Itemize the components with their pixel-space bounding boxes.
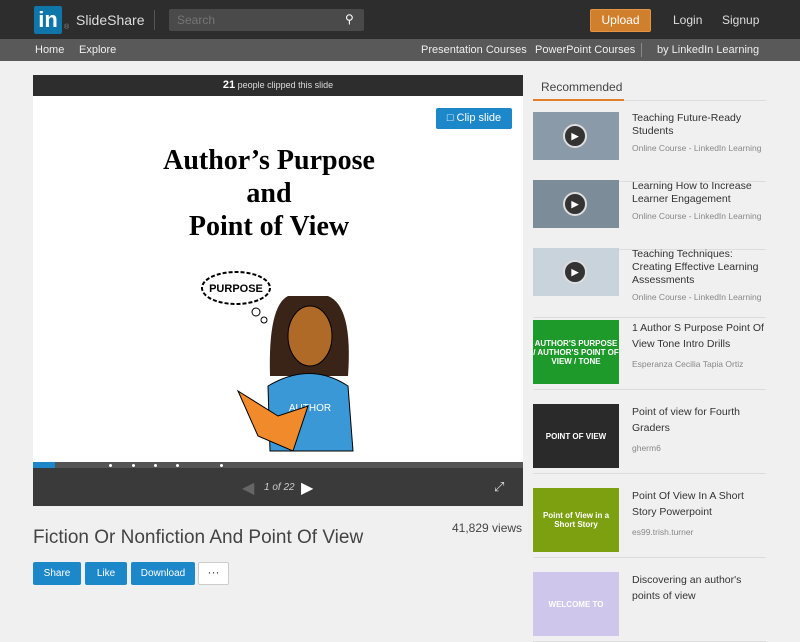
slide-title-line: Point of View [188,211,350,242]
recommended-title[interactable]: 1 Author S Purpose Point Of View Tone In… [632,322,764,350]
recommended-subtitle: es99.trish.turner [632,527,694,537]
thumbnail-text: POINT OF VIEW [545,431,607,441]
play-icon[interactable]: ▶ [563,124,587,148]
recommended-subtitle: Esperanza Cecilia Tapia Ortiz [632,359,744,369]
nav-linkedin-learning[interactable]: by LinkedIn Learning [657,44,759,56]
thumbnail[interactable]: ▶ [533,180,619,228]
search-input[interactable] [169,9,364,31]
recommended-item[interactable]: WELCOME TO Discovering an author's point… [533,562,766,642]
thumbnail[interactable]: AUTHOR'S PURPOSE / AUTHOR'S POINT OF VIE… [533,320,619,384]
recommended-title[interactable]: Teaching Future-Ready Students [632,112,741,137]
play-icon[interactable]: ▶ [563,260,587,284]
nav-home[interactable]: Home [35,44,64,56]
progress-marker [176,464,179,467]
recommended-title[interactable]: Point of view for Fourth Graders [632,406,740,434]
recommended-title[interactable]: Teaching Techniques: Creating Effective … [632,248,758,286]
nav-presentation-courses[interactable]: Presentation Courses [421,44,527,56]
thumbnail-text: Point of View in a Short Story [542,511,610,529]
clip-text: people clipped this slide [237,80,334,90]
divider [154,10,155,30]
clip-count: 21 [222,79,236,91]
progress-marker [109,464,112,467]
recommended-title[interactable]: Discovering an author's points of view [632,574,741,602]
signup-link[interactable]: Signup [722,13,759,27]
fullscreen-icon[interactable]: ⤢ [494,479,504,495]
recommended-item[interactable]: AUTHOR'S PURPOSE / AUTHOR'S POINT OF VIE… [533,310,766,390]
recommended-item[interactable]: POINT OF VIEW Point of view for Fourth G… [533,394,766,474]
next-slide-icon[interactable]: ▶ [301,478,313,498]
registered-icon: ® [64,24,70,31]
player-controls: ◀ 1 of 22 ▶ ⤢ [33,468,523,506]
play-icon[interactable]: ▶ [563,192,587,216]
download-button[interactable]: Download [131,562,195,585]
brand-name[interactable]: SlideShare [76,12,145,28]
thumbnail-text: WELCOME TO [548,599,604,609]
thumbnail[interactable]: WELCOME TO [533,572,619,636]
recommended-heading[interactable]: Recommended [541,80,622,94]
recommended-subtitle: gherm6 [632,443,661,453]
slide-view[interactable]: □ Clip slide Author’s Purpose and Point … [33,96,523,462]
clip-slide-label: Clip slide [456,112,502,124]
clip-icon: □ [446,112,454,124]
clip-slide-button[interactable]: □ Clip slide [436,108,512,129]
thumbnail[interactable]: POINT OF VIEW [533,404,619,468]
nav-explore[interactable]: Explore [79,44,116,56]
bubble-text: PURPOSE [209,283,263,295]
slide-title: Author’s Purpose and Point of View [33,144,505,243]
top-bar: in ® SlideShare ⚲ Upload Login Signup [0,0,800,39]
login-link[interactable]: Login [673,13,702,27]
progress-marker [154,464,157,467]
recommended-subtitle: Online Course - LinkedIn Learning [632,292,762,302]
recommended-item[interactable]: ▶ Teaching Techniques: Creating Effectiv… [533,238,766,318]
recommended-title[interactable]: Point Of View In A Short Story Powerpoin… [632,490,744,518]
recommended-subtitle: Online Course - LinkedIn Learning [632,143,762,153]
divider [641,43,642,57]
slide-title-line: and [246,178,292,209]
like-button[interactable]: Like [85,562,127,585]
clip-count-bar: 21 people clipped this slide [33,75,523,96]
progress-marker [132,464,135,467]
thumbnail[interactable]: ▶ [533,112,619,160]
recommended-title[interactable]: Learning How to Increase Learner Engagem… [632,180,752,205]
recommended-subtitle: Online Course - LinkedIn Learning [632,211,762,221]
prev-slide-icon[interactable]: ◀ [242,478,254,498]
share-button[interactable]: Share [33,562,81,585]
thumbnail-text: AUTHOR'S PURPOSE / AUTHOR'S POINT OF VIE… [533,338,619,366]
more-button[interactable]: ··· [198,562,229,585]
progress-marker [220,464,223,467]
view-count: 41,829 views [452,521,523,535]
sub-nav: Home Explore Presentation Courses PowerP… [0,39,800,61]
author-illustration: PURPOSE AUTHOR [201,271,354,452]
recommended-item[interactable]: Point of View in a Short Story Point Of … [533,478,766,558]
slide-title-line: Author’s Purpose [163,145,375,176]
active-tab-underline [533,99,624,101]
presentation-title: Fiction Or Nonfiction And Point Of View [33,527,364,548]
linkedin-logo[interactable]: in [34,6,62,34]
nav-powerpoint-courses[interactable]: PowerPoint Courses [535,44,635,56]
thumbnail[interactable]: Point of View in a Short Story [533,488,619,552]
thumbnail[interactable]: ▶ [533,248,619,296]
search-icon[interactable]: ⚲ [345,12,354,26]
upload-button[interactable]: Upload [590,9,651,32]
page-indicator: 1 of 22 [264,482,295,493]
